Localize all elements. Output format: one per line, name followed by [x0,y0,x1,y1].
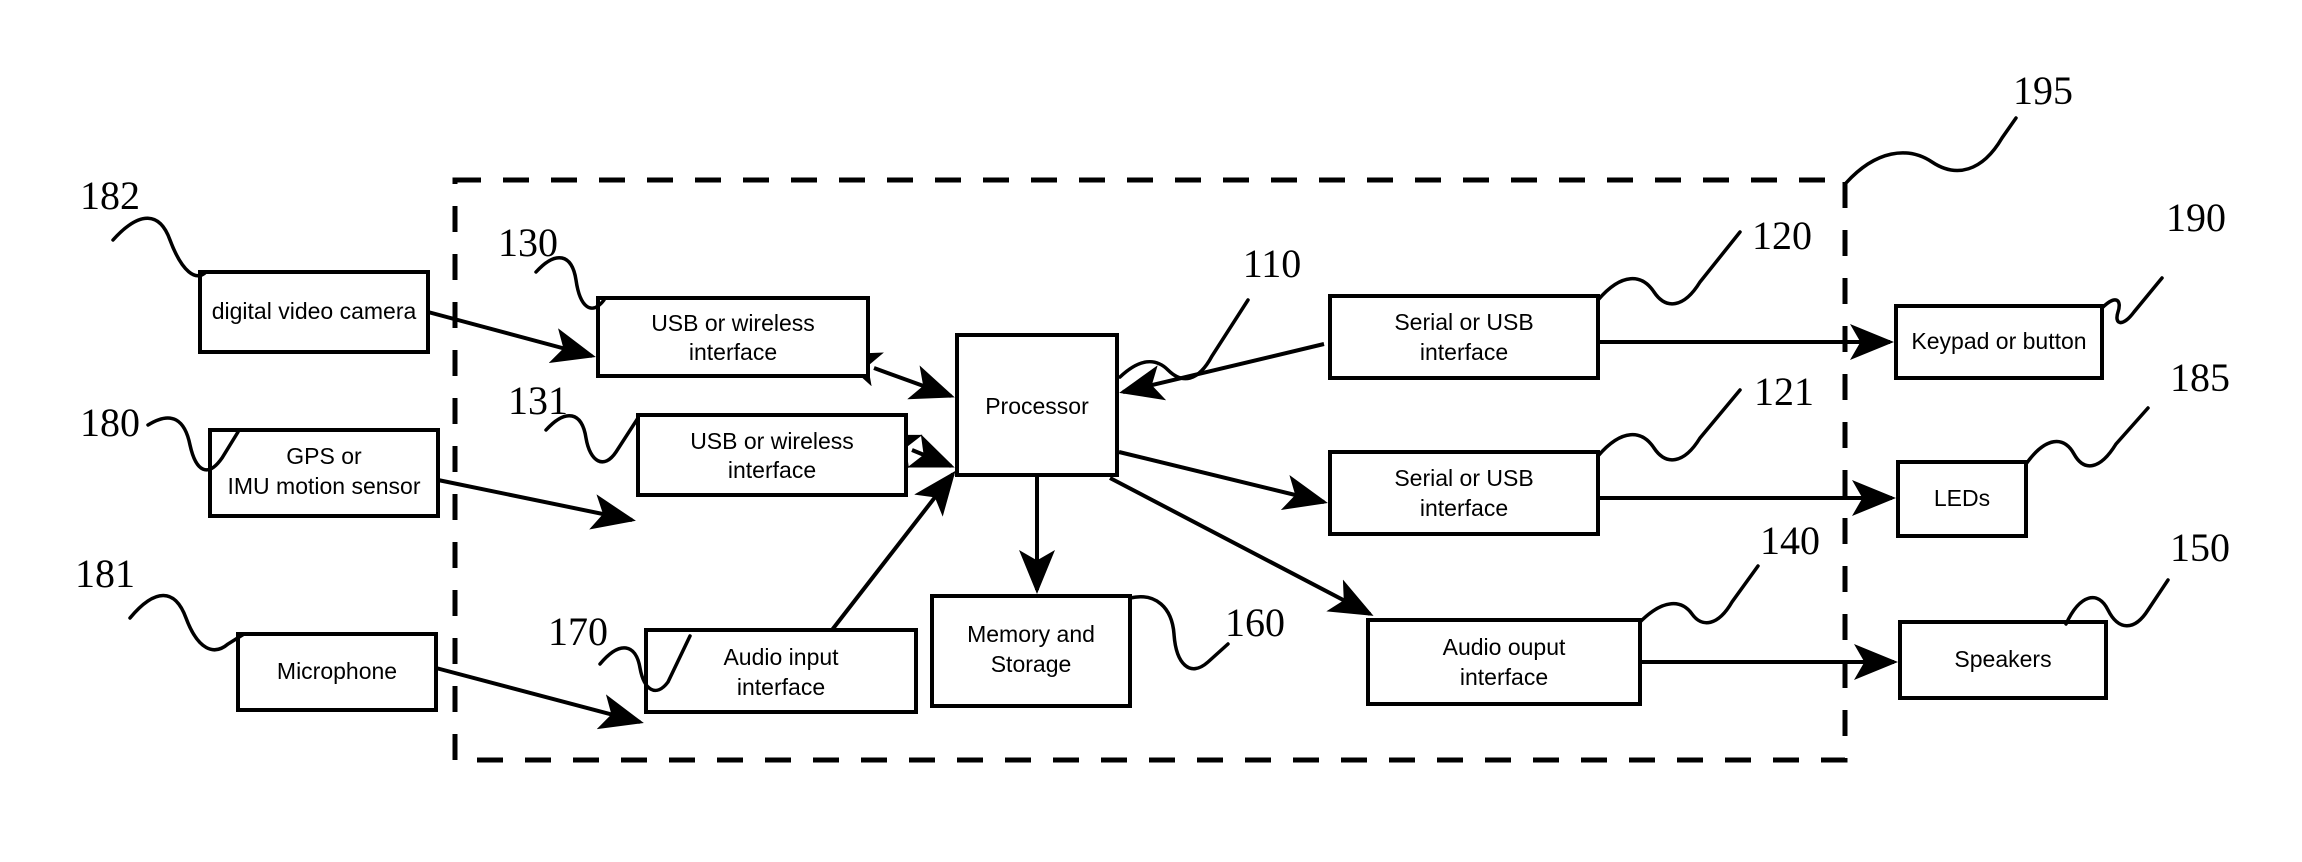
box-audio-output-interface: Audio ouput interface [1366,618,1642,706]
box-label-serial121-line1: Serial or USB [1394,465,1533,491]
box-label-leds: LEDs [1934,485,1990,511]
box-label-processor: Processor [985,393,1089,419]
box-serial-usb-interface-120: Serial or USB interface [1328,294,1600,380]
leader-line-190 [2100,276,2164,325]
ref-numeral-131: 131 [508,378,568,423]
connector-processor-to-serial121 [1118,450,1328,511]
box-processor: Processor [955,333,1119,477]
ref-numeral-150: 150 [2170,525,2230,570]
leader-line-140 [1638,564,1760,625]
box-label-usb130-line2: interface [689,339,777,365]
leader-line-120 [1596,230,1742,306]
connector-usb131-to-processor [874,434,955,469]
box-label-usb131-line2: interface [728,457,816,483]
box-digital-video-camera: digital video camera [198,270,430,354]
connector-serial120-to-processor [1119,342,1325,401]
box-label-gps-line1: GPS or [286,443,362,469]
box-usb-wireless-interface-130: USB or wireless interface [596,296,870,378]
ref-numeral-120: 120 [1752,213,1812,258]
box-label-digital-video-camera: digital video camera [212,298,417,324]
ref-numeral-130: 130 [498,220,558,265]
box-label-audio-input-line1: Audio input [723,644,839,670]
box-label-audio-input-line2: interface [737,674,825,700]
block-diagram: digital video camera GPS or IMU motion s… [75,68,2230,763]
box-label-memory-line2: Storage [991,651,1072,677]
box-usb-wireless-interface-131: USB or wireless interface [636,413,908,497]
ref-numeral-140: 140 [1760,518,1820,563]
leader-line-121 [1596,388,1742,462]
leader-line-130 [534,255,606,310]
box-label-usb131-line1: USB or wireless [690,428,854,454]
ref-numeral-190: 190 [2166,195,2226,240]
box-label-serial121-line2: interface [1420,495,1508,521]
box-label-serial120-line2: interface [1420,339,1508,365]
box-memory-and-storage: Memory and Storage [930,594,1132,708]
figure-canvas: digital video camera GPS or IMU motion s… [0,0,2302,862]
leader-line-181 [128,593,246,652]
box-serial-usb-interface-121: Serial or USB interface [1328,450,1600,536]
box-label-gps-line2: IMU motion sensor [227,473,420,499]
ref-numeral-182: 182 [80,173,140,218]
ref-numeral-185: 185 [2170,355,2230,400]
box-keypad-or-button: Keypad or button [1894,304,2104,380]
box-label-keypad-or-button: Keypad or button [1911,328,2086,354]
box-label-audio-output-line1: Audio ouput [1443,634,1566,660]
ref-numeral-121: 121 [1754,369,1814,414]
box-speakers: Speakers [1898,620,2108,700]
box-label-speakers: Speakers [1954,646,2051,672]
box-label-audio-output-line2: interface [1460,664,1548,690]
box-gps-imu-motion-sensor: GPS or IMU motion sensor [208,428,440,518]
box-label-microphone: Microphone [277,658,397,684]
leader-line-150 [2064,578,2170,628]
leader-line-182 [111,216,208,278]
leader-line-160 [1128,595,1230,671]
connector-microphone-to-audio-input [435,666,644,730]
leader-line-185 [2024,406,2150,468]
ref-numeral-170: 170 [548,609,608,654]
box-label-usb130-line1: USB or wireless [651,310,815,336]
ref-numeral-110: 110 [1243,241,1302,286]
box-label-serial120-line1: Serial or USB [1394,309,1533,335]
connector-usb130-to-processor [836,352,955,400]
box-leds: LEDs [1896,460,2028,538]
box-microphone: Microphone [236,632,438,712]
ref-numeral-181: 181 [75,551,135,596]
ref-numeral-160: 160 [1225,600,1285,645]
connector-camera-to-usb130 [427,310,596,364]
leader-line-195 [1844,116,2018,185]
box-label-memory-line1: Memory and [967,621,1095,647]
ref-numeral-180: 180 [80,400,140,445]
ref-numeral-195: 195 [2013,68,2073,113]
connector-gps-to-usb131 [437,478,636,530]
